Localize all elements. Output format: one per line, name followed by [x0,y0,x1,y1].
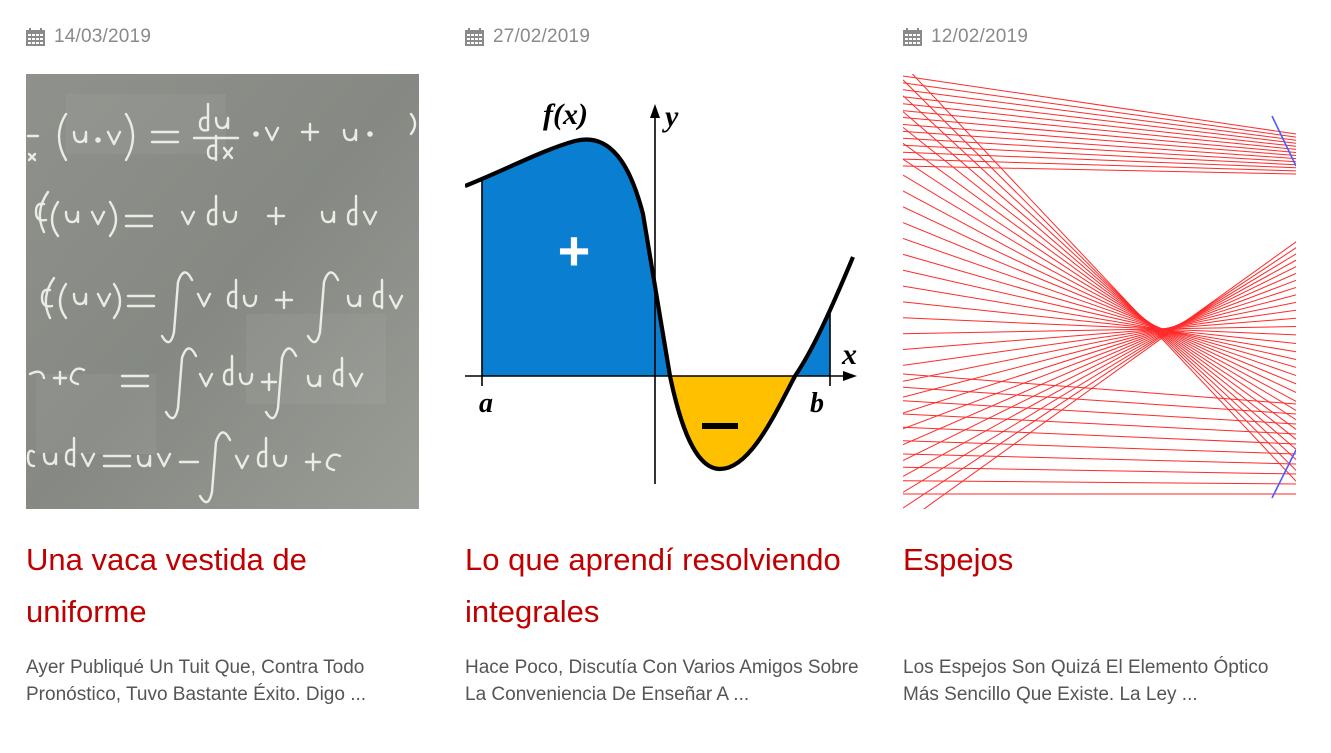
post-title-link[interactable]: Espejos [903,534,1297,586]
a-label: a [479,388,493,419]
post-title-link[interactable]: Lo que aprendí resolviendo integrales [465,534,859,638]
post-date: 14/03/2019 [26,26,151,48]
post-date-text: 12/02/2019 [931,26,1029,47]
b-label: b [810,388,824,419]
post-date: 27/02/2019 [465,26,590,48]
post-thumbnail-link[interactable]: f(x) y x a b + [465,74,858,509]
y-axis-label: y [662,100,679,133]
post-excerpt: Los Espejos Son Quizá El Elemento Óptico… [903,657,1269,705]
mirror-caustic-image [903,74,1296,509]
function-label: f(x) [543,98,588,131]
post-excerpt: Hace Poco, Discutía Con Varios Amigos So… [465,657,859,705]
plus-sign: + [558,219,591,282]
calendar-icon [903,28,922,46]
post-date: 12/02/2019 [903,26,1028,48]
post-date-text: 27/02/2019 [493,26,591,47]
calendar-icon [465,28,484,46]
minus-sign [702,423,738,429]
x-axis-label: x [841,338,857,371]
integral-area-graph-image: f(x) y x a b + [465,74,858,509]
calendar-icon [26,28,45,46]
chalkboard-image [26,74,419,509]
post-date-text: 14/03/2019 [54,26,152,47]
post-title-link[interactable]: Una vaca vestida de uniforme [26,534,420,638]
post-excerpt: Ayer Publiqué Un Tuit Que, Contra Todo P… [26,657,367,705]
post-thumbnail-link[interactable] [26,74,419,509]
post-thumbnail-link[interactable] [903,74,1296,509]
